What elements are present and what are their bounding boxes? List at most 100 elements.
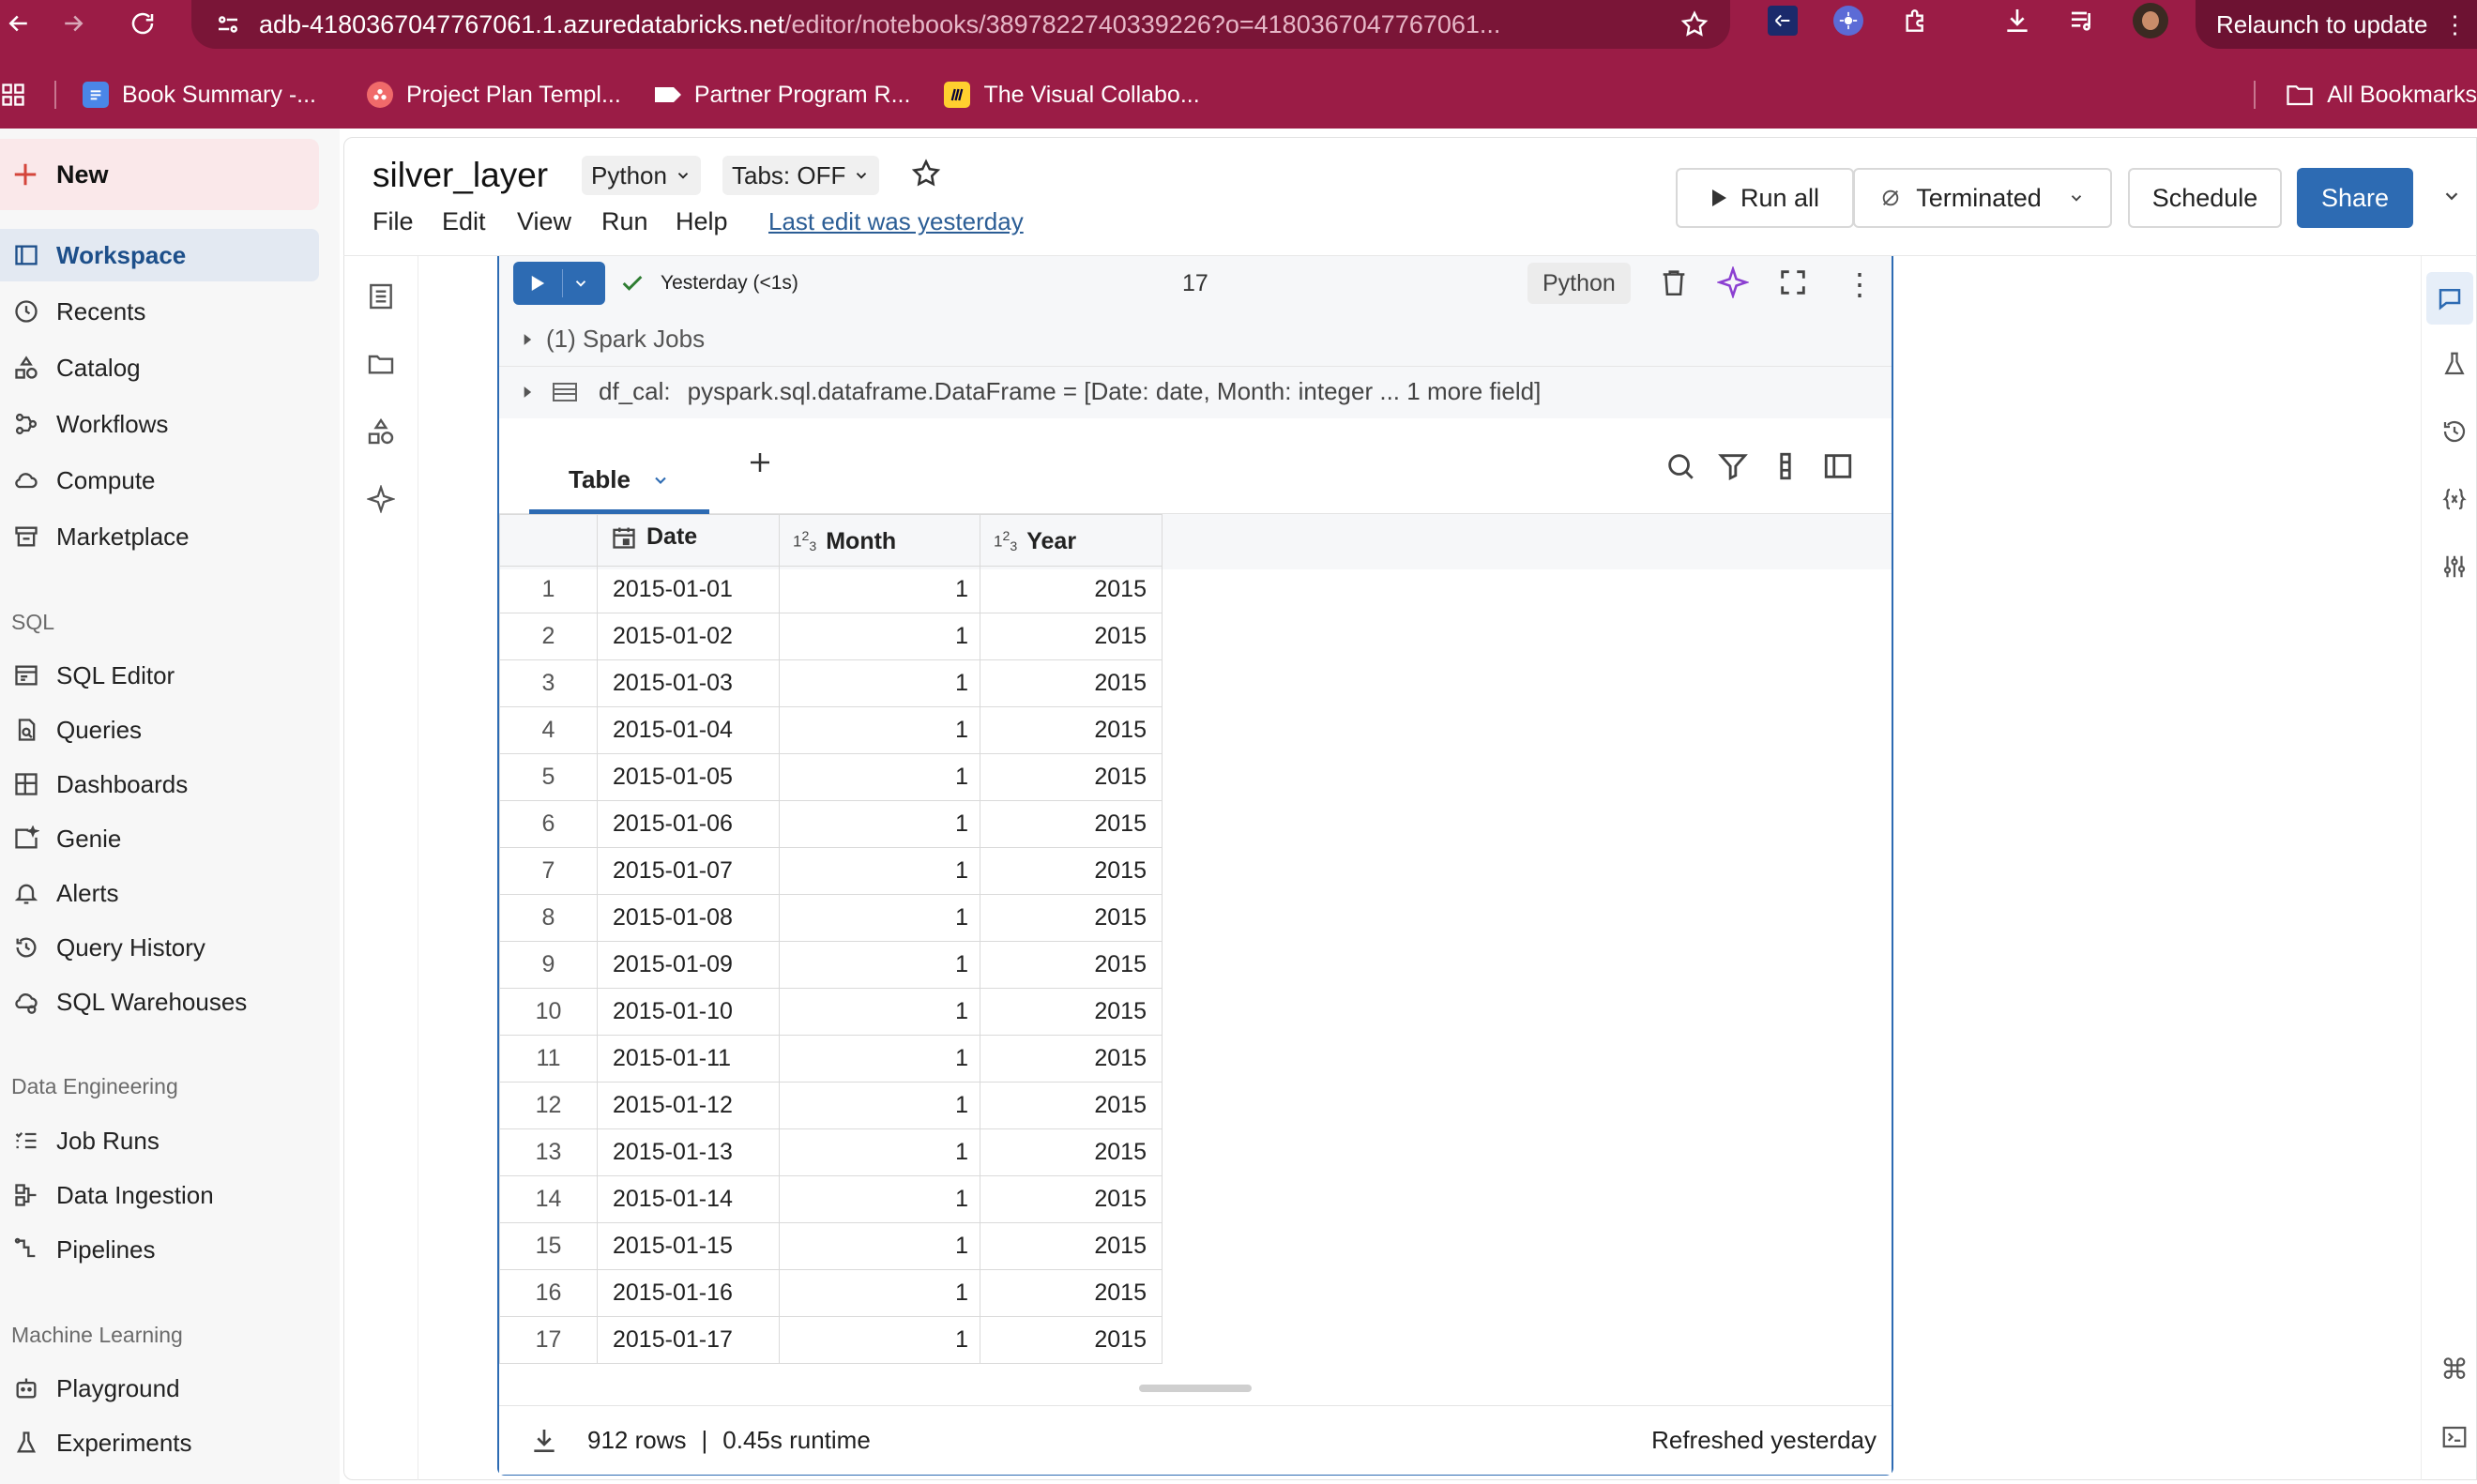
all-bookmarks[interactable]: All Bookmarks xyxy=(2286,82,2477,109)
relaunch-button[interactable]: Relaunch to update ⋮ xyxy=(2196,0,2477,49)
sidebar-item-workspace[interactable]: Workspace xyxy=(0,229,319,281)
terminal-icon[interactable] xyxy=(2434,1416,2475,1458)
sidebar-item-sql-editor[interactable]: SQL Editor xyxy=(0,649,319,702)
notebook-title[interactable]: silver_layer xyxy=(372,156,548,195)
sidebar-item-queries[interactable]: Queries xyxy=(0,704,319,756)
forward-icon[interactable] xyxy=(47,0,99,47)
assistant-sparkle-icon[interactable] xyxy=(360,478,402,520)
url-text[interactable]: adb-4180367047767061.1.azuredatabricks.n… xyxy=(259,10,1648,39)
table-row[interactable]: 12 2015-01-12 1 2015 xyxy=(499,1082,1163,1129)
sidebar-item-recents[interactable]: Recents xyxy=(0,285,319,338)
cell-language-badge[interactable]: Python xyxy=(1527,263,1631,304)
table-row[interactable]: 14 2015-01-14 1 2015 xyxy=(499,1175,1163,1223)
menu-file[interactable]: File xyxy=(372,207,414,236)
column-settings-icon[interactable] xyxy=(1770,450,1801,482)
comments-icon[interactable] xyxy=(2426,272,2473,325)
table-row[interactable]: 4 2015-01-04 1 2015 xyxy=(499,706,1163,754)
table-row[interactable]: 16 2015-01-16 1 2015 xyxy=(499,1269,1163,1317)
profile-avatar[interactable] xyxy=(2130,0,2171,41)
chevron-down-icon[interactable] xyxy=(2441,186,2462,206)
extensions-puzzle-icon[interactable] xyxy=(1897,0,1935,41)
menu-help[interactable]: Help xyxy=(676,207,728,236)
horizontal-scrollbar[interactable] xyxy=(1139,1385,1252,1392)
history-icon[interactable] xyxy=(2434,411,2475,452)
folder-icon[interactable] xyxy=(360,343,402,385)
settings-sliders-icon[interactable] xyxy=(2434,546,2475,587)
sidebar-item-job-runs[interactable]: Job Runs xyxy=(0,1114,319,1167)
column-header-year[interactable]: 123 Year xyxy=(980,514,1163,567)
sidebar-item-dashboards[interactable]: Dashboards xyxy=(0,758,319,810)
catalog-icon[interactable] xyxy=(360,411,402,452)
table-row[interactable]: 8 2015-01-08 1 2015 xyxy=(499,894,1163,942)
bookmark-project-plan[interactable]: Project Plan Templ... xyxy=(367,82,621,109)
fullscreen-icon[interactable] xyxy=(1777,266,1809,298)
sidebar-item-workflows[interactable]: Workflows xyxy=(0,398,319,450)
table-row[interactable]: 10 2015-01-10 1 2015 xyxy=(499,988,1163,1036)
sidebar-item-alerts[interactable]: Alerts xyxy=(0,867,319,919)
sidebar-item-catalog[interactable]: Catalog xyxy=(0,341,319,394)
sidebar-item-data-ingestion[interactable]: Data Ingestion xyxy=(0,1169,319,1221)
table-row[interactable]: 9 2015-01-09 1 2015 xyxy=(499,941,1163,989)
menu-view[interactable]: View xyxy=(517,207,571,236)
new-button[interactable]: New xyxy=(0,139,319,210)
sidebar-item-pipelines[interactable]: Pipelines xyxy=(0,1223,319,1276)
column-header-date[interactable]: Date xyxy=(597,514,780,567)
last-edit-link[interactable]: Last edit was yesterday xyxy=(768,207,1024,236)
tabs-dropdown[interactable]: Tabs: OFF xyxy=(722,156,880,195)
dataframe-schema-toggle[interactable]: df_cal: pyspark.sql.dataframe.DataFrame … xyxy=(518,377,1541,406)
search-icon[interactable] xyxy=(1664,450,1696,482)
table-row[interactable]: 15 2015-01-15 1 2015 xyxy=(499,1222,1163,1270)
sidebar-item-compute[interactable]: Compute xyxy=(0,454,319,507)
table-row[interactable]: 2 2015-01-02 1 2015 xyxy=(499,613,1163,660)
side-panel-icon[interactable] xyxy=(1822,450,1854,482)
ai-assistant-sparkle-icon[interactable] xyxy=(1717,266,1749,298)
table-row[interactable]: 6 2015-01-06 1 2015 xyxy=(499,800,1163,848)
experiment-flask-icon[interactable] xyxy=(2434,343,2475,385)
table-row[interactable]: 11 2015-01-11 1 2015 xyxy=(499,1035,1163,1083)
media-queue-icon[interactable] xyxy=(2064,0,2102,41)
menu-run[interactable]: Run xyxy=(601,207,648,236)
language-dropdown[interactable]: Python xyxy=(582,156,701,195)
cluster-dropdown[interactable]: Terminated xyxy=(1853,168,2112,228)
bookmark-book-summary[interactable]: Book Summary -... xyxy=(83,82,316,109)
table-row[interactable]: 13 2015-01-13 1 2015 xyxy=(499,1128,1163,1176)
cell-kebab-menu-icon[interactable]: ⋮ xyxy=(1845,266,1875,302)
sidebar-item-experiments[interactable]: Experiments xyxy=(0,1416,319,1469)
table-row[interactable]: 1 2015-01-01 1 2015 xyxy=(499,566,1163,613)
extension-gear-icon[interactable] xyxy=(1830,0,1867,41)
delete-trash-icon[interactable] xyxy=(1658,266,1690,298)
schedule-button[interactable]: Schedule xyxy=(2128,168,2282,228)
sidebar-item-genie[interactable]: Genie xyxy=(0,812,319,865)
table-row[interactable]: 5 2015-01-05 1 2015 xyxy=(499,753,1163,801)
column-header-month[interactable]: 123 Month xyxy=(779,514,980,567)
share-button[interactable]: Share xyxy=(2297,168,2413,228)
favorite-star-icon[interactable] xyxy=(910,158,942,189)
kebab-menu-icon[interactable]: ⋮ xyxy=(2443,10,2468,39)
spark-jobs-toggle[interactable]: (1) Spark Jobs xyxy=(518,325,705,354)
extension-icon[interactable] xyxy=(1764,0,1801,41)
add-visualization-plus-icon[interactable] xyxy=(746,448,774,477)
run-cell-button[interactable] xyxy=(513,262,605,305)
variables-icon[interactable] xyxy=(2434,478,2475,520)
table-row[interactable]: 17 2015-01-17 1 2015 xyxy=(499,1316,1163,1364)
back-icon[interactable] xyxy=(0,0,38,47)
run-all-button[interactable]: Run all xyxy=(1676,168,1854,228)
download-icon[interactable] xyxy=(529,1426,559,1456)
table-row[interactable]: 7 2015-01-07 1 2015 xyxy=(499,847,1163,895)
filter-icon[interactable] xyxy=(1717,450,1749,482)
reload-icon[interactable] xyxy=(116,0,169,47)
table-of-contents-icon[interactable] xyxy=(360,276,402,317)
apps-grid-icon[interactable] xyxy=(0,82,26,108)
bookmark-visual-collab[interactable]: The Visual Collabo... xyxy=(944,82,1200,109)
bookmark-star-icon[interactable] xyxy=(1679,9,1710,39)
sidebar-item-sql-warehouses[interactable]: SQL Warehouses xyxy=(0,976,319,1028)
menu-edit[interactable]: Edit xyxy=(442,207,486,236)
bookmark-partner-program[interactable]: Partner Program R... xyxy=(654,82,910,109)
table-row[interactable]: 3 2015-01-03 1 2015 xyxy=(499,659,1163,707)
download-icon[interactable] xyxy=(1998,0,2036,41)
site-settings-icon[interactable] xyxy=(214,10,242,38)
address-bar[interactable]: adb-4180367047767061.1.azuredatabricks.n… xyxy=(191,0,1730,49)
keyboard-shortcuts-icon[interactable]: ⌘ xyxy=(2434,1349,2475,1390)
sidebar-item-query-history[interactable]: Query History xyxy=(0,921,319,974)
sidebar-item-marketplace[interactable]: Marketplace xyxy=(0,510,319,563)
